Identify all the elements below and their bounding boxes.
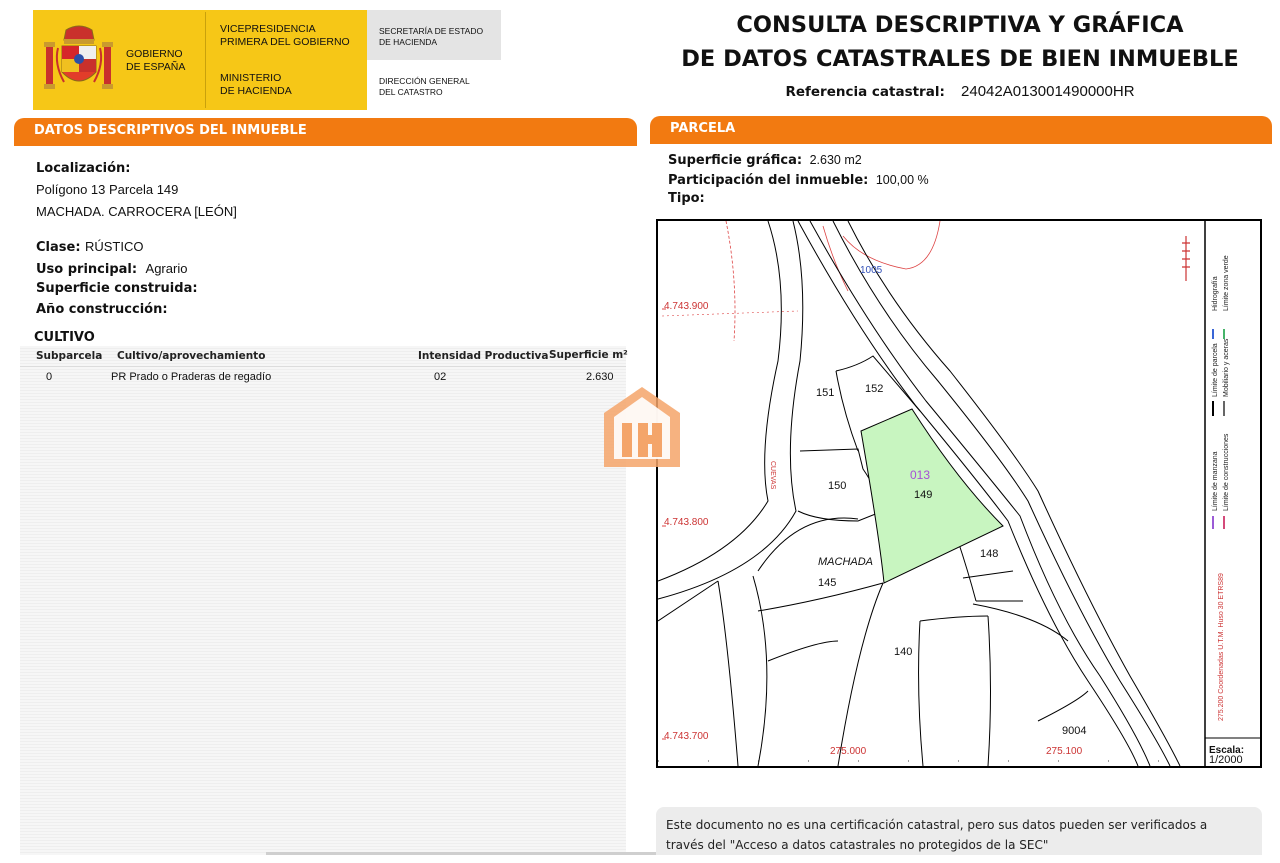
place-label: CUEVAS xyxy=(769,461,776,490)
ref-label: Referencia catastral: xyxy=(785,84,945,100)
parcel-label: 150 xyxy=(828,480,847,492)
org-direccion-line1: DIRECCIÓN GENERAL xyxy=(379,76,470,86)
col-superficie: Superficie m² xyxy=(549,349,628,361)
legend-mobiliario: Mobiliario y aceras xyxy=(1223,338,1230,397)
superficie-grafica-row: Superficie gráfica: 2.630 m2 xyxy=(668,151,862,169)
y-coord-label: 4.743.700 xyxy=(664,731,709,742)
cultivo-title: CULTIVO xyxy=(34,330,95,345)
cell-superficie: 2.630 xyxy=(586,371,614,383)
uso-label: Uso principal: xyxy=(36,262,138,277)
org-ministerio-line1: MINISTERIO xyxy=(220,72,282,84)
legend-hidrografia: Hidrografía xyxy=(1212,276,1219,311)
parcel-label: 149 xyxy=(914,489,933,501)
referencia-catastral: Referencia catastral: 24042A013001490000… xyxy=(650,83,1270,100)
org-ministerio-line2: DE HACIENDA xyxy=(220,85,292,97)
section-title-descriptivos: DATOS DESCRIPTIVOS DEL INMUEBLE xyxy=(34,123,307,138)
participacion-value: 100,00 % xyxy=(875,173,929,187)
participacion-row: Participación del inmueble: 100,00 % xyxy=(668,171,929,189)
parcel-label: 1005 xyxy=(860,265,883,276)
legend-limite-parcela: Límite de parcela xyxy=(1212,343,1219,397)
org-secretaria: SECRETARÍA DE ESTADO DE HACIENDA xyxy=(379,26,483,48)
parcel-label: 152 xyxy=(865,383,884,395)
clase-label: Clase: xyxy=(36,240,81,255)
x-coord-label: 275.000 xyxy=(830,746,867,757)
localizacion-line1: Polígono 13 Parcela 149 xyxy=(36,182,179,197)
org-secretaria-line1: SECRETARÍA DE ESTADO xyxy=(379,26,484,36)
ref-value: 24042A013001490000HR xyxy=(961,83,1135,100)
clase-row: Clase: RÚSTICO xyxy=(36,238,143,256)
parcel-label: 140 xyxy=(894,646,913,658)
uso-value: Agrario xyxy=(145,261,188,276)
legend-zona-verde: Límite zona verde xyxy=(1223,255,1230,311)
superficie-grafica-value: 2.630 m2 xyxy=(809,153,862,167)
y-coord-label: 4.743.800 xyxy=(664,517,709,528)
title-line1: CONSULTA DESCRIPTIVA Y GRÁFICA xyxy=(736,12,1184,38)
title-line2: DE DATOS CATASTRALES DE BIEN INMUEBLE xyxy=(681,46,1239,72)
cultivo-table xyxy=(20,346,626,855)
place-label: MACHADA xyxy=(818,556,874,568)
polygon-label: 013 xyxy=(910,468,931,482)
footer-line2: través del "Acceso a datos catastrales n… xyxy=(666,838,1049,852)
org-secretaria-line2: DE HACIENDA xyxy=(379,37,438,47)
col-subparcela: Subparcela xyxy=(36,350,103,362)
cadastral-map: 4.743.900 4.743.800 4.743.700 275.000 27… xyxy=(656,219,1262,768)
cell-subparcela: 0 xyxy=(46,371,53,383)
section-title-parcela: PARCELA xyxy=(670,121,736,136)
anio-construccion-label: Año construcción: xyxy=(36,302,168,317)
org-direccion: DIRECCIÓN GENERAL DEL CATASTRO xyxy=(379,76,470,98)
participacion-label: Participación del inmueble: xyxy=(668,173,869,188)
watermark-logo-icon xyxy=(604,387,680,467)
org-vicepresidencia-line1: VICEPRESIDENCIA xyxy=(220,23,316,35)
col-intensidad: Intensidad Productiva xyxy=(418,350,549,362)
section-bar-descriptivos: DATOS DESCRIPTIVOS DEL INMUEBLE xyxy=(14,118,637,143)
footer-notice: Este documento no es una certificación c… xyxy=(656,807,1262,855)
localizacion-line2: MACHADA. CARROCERA [LEÓN] xyxy=(36,204,237,219)
coat-of-arms-icon xyxy=(44,25,113,89)
cell-cultivo: PR Prado o Praderas de regadío xyxy=(111,371,272,383)
footer-line1: Este documento no es una certificación c… xyxy=(666,818,1208,832)
org-vicepresidencia-line2: PRIMERA DEL GOBIERNO xyxy=(220,36,350,48)
org-vicepresidencia: VICEPRESIDENCIA PRIMERA DEL GOBIERNO xyxy=(220,23,350,49)
cell-intensidad: 02 xyxy=(434,371,447,383)
superficie-grafica-label: Superficie gráfica: xyxy=(668,153,803,168)
table-header-rule xyxy=(20,366,626,367)
y-coord-label: 4.743.900 xyxy=(664,301,709,312)
legend-limite-construcciones: Límite de construcciones xyxy=(1223,433,1230,511)
section-underline-parcela xyxy=(650,141,1272,144)
parcel-label: 145 xyxy=(818,577,837,589)
escala-value: 1/2000 xyxy=(1209,754,1243,766)
org-gobierno: GOBIERNO DE ESPAÑA xyxy=(126,48,185,74)
org-ministerio: MINISTERIO DE HACIENDA xyxy=(220,72,292,98)
legend-limite-manzana: Límite de manzana xyxy=(1212,451,1219,511)
map-drawing xyxy=(658,221,1260,766)
org-gobierno-line2: DE ESPAÑA xyxy=(126,61,186,73)
parcel-label: 9004 xyxy=(1062,725,1087,737)
x-coord-label: 275.100 xyxy=(1046,746,1083,757)
uso-row: Uso principal: Agrario xyxy=(36,260,187,278)
org-direccion-line2: DEL CATASTRO xyxy=(379,87,443,97)
logo-divider xyxy=(205,12,206,108)
section-underline-descriptivos xyxy=(14,143,637,146)
document-title: CONSULTA DESCRIPTIVA Y GRÁFICA DE DATOS … xyxy=(650,8,1270,76)
parcel-label: 148 xyxy=(980,548,999,560)
org-gobierno-line1: GOBIERNO xyxy=(126,48,183,60)
legend-coordenadas: 275.200 Coordenadas U.T.M. Huso 30 ETRS8… xyxy=(1218,573,1225,721)
section-bar-parcela: PARCELA xyxy=(650,116,1272,141)
localizacion-label: Localización: xyxy=(36,161,131,176)
superficie-construida-label: Superficie construida: xyxy=(36,281,198,296)
tipo-label: Tipo: xyxy=(668,191,705,206)
parcel-label: 151 xyxy=(816,387,835,399)
clase-value: RÚSTICO xyxy=(84,239,144,254)
col-cultivo: Cultivo/aprovechamiento xyxy=(117,350,266,362)
